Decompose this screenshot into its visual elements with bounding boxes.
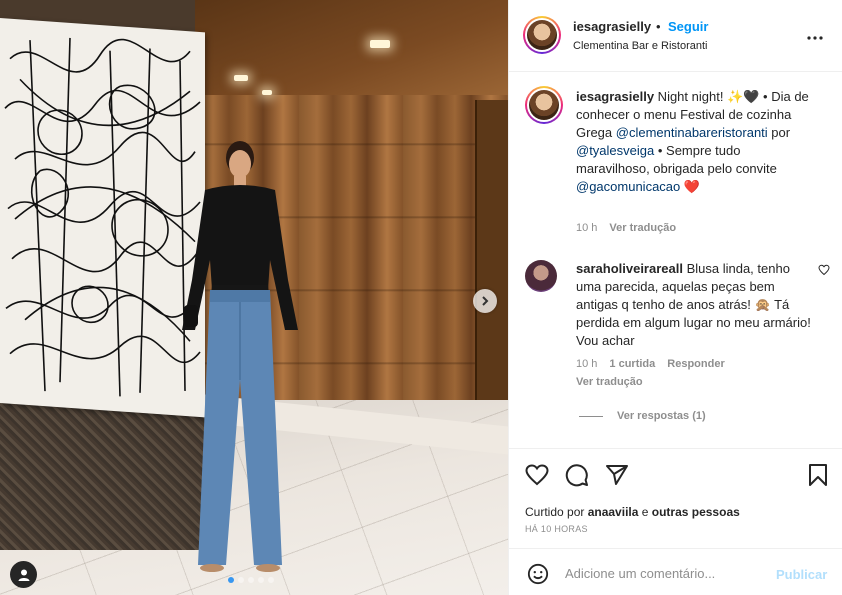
view-replies-label: Ver respostas (1) — [617, 410, 706, 422]
reply-button[interactable]: Responder — [667, 358, 724, 370]
caption-avatar[interactable] — [525, 86, 563, 124]
comment-text: saraholiveirareall Blusa linda, tenho um… — [576, 260, 816, 350]
post-media[interactable] — [0, 0, 508, 595]
caption: iesagrasielly Night night! ✨🖤 • Dia de c… — [525, 86, 829, 246]
comment-icon[interactable] — [565, 463, 589, 487]
caption-body: por — [767, 125, 791, 140]
comment-meta: 10 h 1 curtida Responder — [576, 358, 725, 370]
woman-figure — [182, 141, 298, 572]
share-icon[interactable] — [605, 463, 629, 487]
more-icon — [807, 36, 823, 40]
comment-item: saraholiveirareall Blusa linda, tenho um… — [525, 260, 830, 410]
liked-prefix: Curtido por — [525, 505, 588, 519]
carousel-dot-active — [228, 577, 234, 583]
save-icon[interactable] — [807, 463, 829, 487]
liked-user[interactable]: anaaviila — [588, 505, 639, 519]
post-header: iesagrasielly • Seguir Clementina Bar e … — [509, 0, 842, 72]
comment-translate: Ver tradução — [576, 376, 643, 388]
follow-button[interactable]: Seguir — [668, 19, 708, 34]
caption-body: ❤️ — [680, 179, 701, 194]
comment-like-icon[interactable] — [818, 264, 830, 276]
wood-door — [475, 100, 508, 440]
mention-link[interactable]: @clementinabareristoranti — [616, 125, 768, 140]
user-tag-icon — [18, 569, 29, 581]
comment-username[interactable]: saraholiveirareall — [576, 261, 683, 276]
caption-username[interactable]: iesagrasielly — [576, 89, 654, 104]
commenter-avatar[interactable] — [525, 260, 557, 292]
carousel-dot — [258, 577, 264, 583]
ceiling-light — [262, 90, 272, 95]
mention-link[interactable]: @tyalesveiga — [576, 143, 654, 158]
liked-by: Curtido por anaaviila e outras pessoas — [525, 505, 740, 519]
caption-text: iesagrasielly Night night! ✨🖤 • Dia de c… — [576, 88, 816, 196]
carousel-indicator — [228, 577, 274, 583]
comment-composer: Publicar — [509, 548, 842, 595]
action-bar: Curtido por anaaviila e outras pessoas H… — [509, 448, 842, 548]
next-slide-button[interactable] — [473, 289, 497, 313]
view-replies-button[interactable]: Ver respostas (1) — [579, 410, 706, 422]
comment-translate-button[interactable]: Ver tradução — [576, 376, 643, 388]
emoji-icon[interactable] — [527, 563, 549, 585]
caption-meta: 10 h Ver tradução — [576, 222, 676, 234]
caption-translate-button[interactable]: Ver tradução — [609, 222, 676, 234]
more-options-button[interactable] — [807, 24, 823, 45]
publish-button[interactable]: Publicar — [776, 567, 827, 582]
ceiling-light — [370, 40, 390, 48]
post-timestamp[interactable]: HÁ 10 HORAS — [525, 524, 588, 534]
comment-likes[interactable]: 1 curtida — [609, 358, 655, 370]
location-link[interactable]: Clementina Bar e Ristoranti — [573, 40, 708, 52]
comments-section[interactable]: iesagrasielly Night night! ✨🖤 • Dia de c… — [509, 72, 842, 448]
mention-link[interactable]: @gacomunicacao — [576, 179, 680, 194]
chevron-right-icon — [482, 296, 489, 306]
carousel-dot — [268, 577, 274, 583]
replies-divider — [579, 415, 603, 417]
tagged-users-button[interactable] — [10, 561, 37, 588]
author-username[interactable]: iesagrasielly — [573, 19, 651, 34]
author-avatar[interactable] — [523, 16, 561, 54]
carousel-dot — [238, 577, 244, 583]
header-separator: • — [656, 19, 661, 34]
post-sidebar: iesagrasielly • Seguir Clementina Bar e … — [508, 0, 842, 595]
liked-middle: e — [638, 505, 652, 519]
heart-icon[interactable] — [525, 463, 549, 487]
liked-others[interactable]: outras pessoas — [652, 505, 740, 519]
ceiling-light — [234, 75, 248, 81]
carousel-dot — [248, 577, 254, 583]
comment-time: 10 h — [576, 358, 598, 370]
caption-time: 10 h — [576, 222, 598, 234]
comment-input[interactable] — [565, 561, 765, 585]
